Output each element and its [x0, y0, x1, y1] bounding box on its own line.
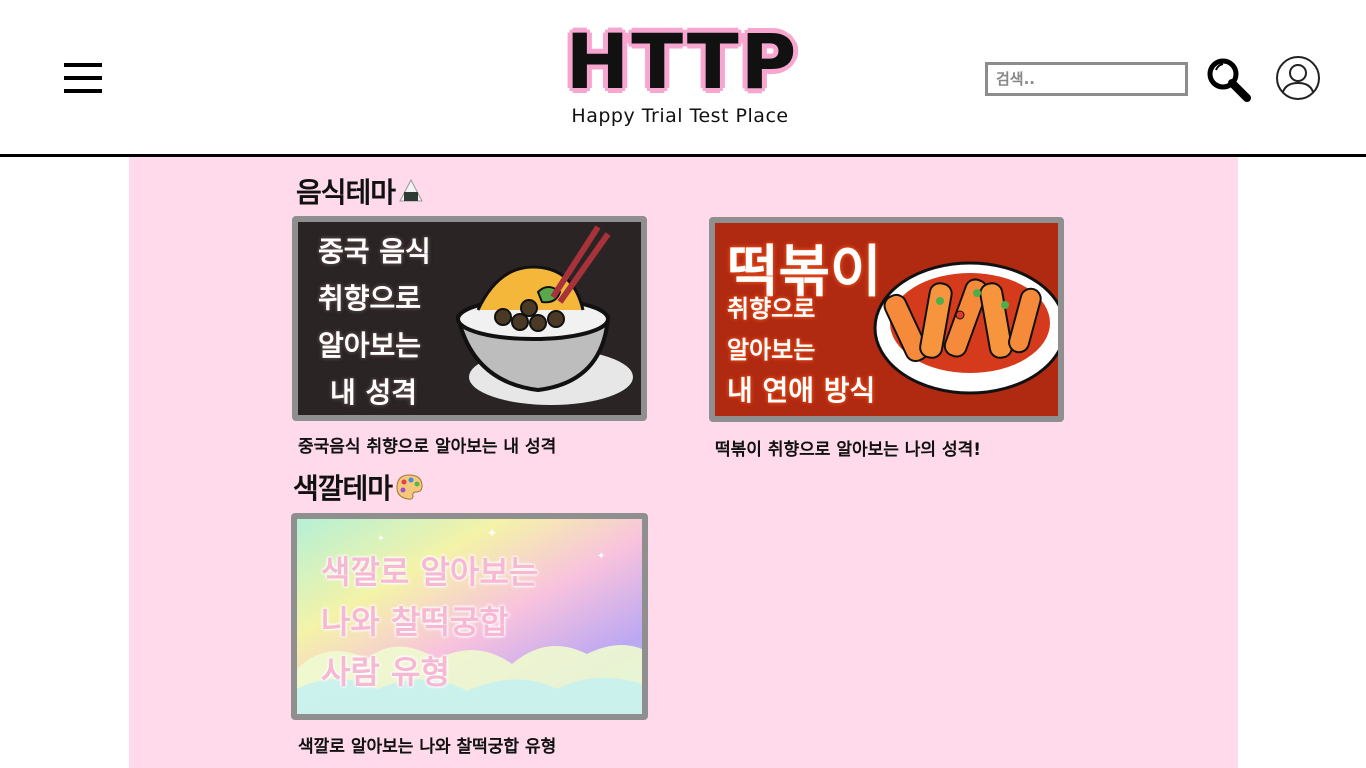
card-thumbnail-tteokbokki[interactable]: 떡볶이 취향으로 알아보는 내 연애 방식: [709, 217, 1064, 422]
thumb-line: 취향으로: [727, 295, 816, 323]
section-title-text: 음식테마: [296, 176, 396, 209]
section-title-color: 색깔테마: [293, 467, 424, 509]
card-thumbnail-color[interactable]: ✦ ✦ ✦ 색깔로 알아보는 나와 찰떡궁합 사람 유형: [291, 513, 648, 720]
thumb-line: 사람 유형: [321, 653, 450, 691]
logo-title: HTTP: [565, 17, 799, 106]
site-header: HTTP Happy Trial Test Place: [0, 0, 1366, 157]
thumb-line: 취향으로: [318, 282, 422, 315]
card-caption-color[interactable]: 색깔로 알아보는 나와 찰떡궁합 유형: [298, 732, 556, 757]
svg-text:✦: ✦: [597, 551, 605, 562]
svg-text:✦: ✦: [487, 526, 497, 540]
svg-text:✦: ✦: [377, 534, 385, 544]
main-content: 음식테마 중국 음식 취향으로 알아보는 내 성격 중국음식 취향으로 알아보는…: [129, 157, 1238, 768]
magnifier-icon: [1207, 58, 1251, 102]
user-profile-icon: [1276, 56, 1320, 100]
thumb-line: 나와 찰떡궁합: [321, 603, 509, 641]
rice-ball-icon: [397, 177, 425, 212]
hamburger-menu-icon[interactable]: [64, 63, 102, 95]
card-thumbnail-chinese-food[interactable]: 중국 음식 취향으로 알아보는 내 성격: [292, 216, 647, 421]
thumb-line: 내 연애 방식: [727, 374, 876, 407]
section-title-food: 음식테마: [296, 171, 425, 212]
thumb-line: 알아보는: [727, 336, 816, 364]
logo-subtitle: Happy Trial Test Place: [571, 105, 789, 127]
thumb-line: 알아보는: [318, 329, 422, 362]
thumb-line: 중국 음식: [318, 235, 431, 268]
user-profile-button[interactable]: [1274, 54, 1322, 102]
thumb-line: 색깔로 알아보는: [321, 553, 539, 591]
palette-icon: [394, 472, 424, 509]
card-caption-chinese-food[interactable]: 중국음식 취향으로 알아보는 내 성격: [298, 432, 556, 457]
search-input[interactable]: [985, 62, 1188, 96]
search-button[interactable]: [1205, 56, 1251, 102]
thumb-line: 내 성격: [330, 376, 418, 409]
card-caption-tteokbokki[interactable]: 떡볶이 취향으로 알아보는 나의 성격!: [715, 435, 981, 460]
section-title-text: 색깔테마: [293, 472, 393, 505]
site-logo[interactable]: HTTP Happy Trial Test Place: [555, 22, 805, 140]
